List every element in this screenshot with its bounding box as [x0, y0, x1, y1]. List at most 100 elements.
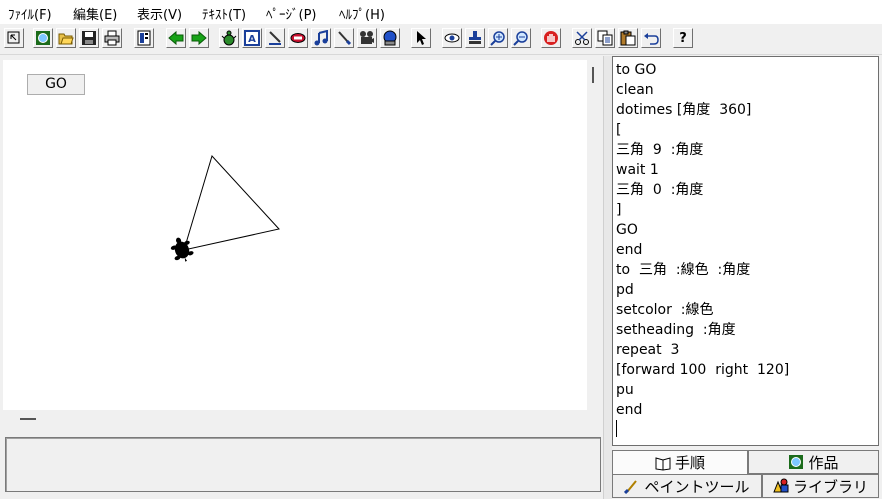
tab-paint-tool-label: ペイントツール	[644, 477, 750, 496]
pointer-icon	[417, 31, 426, 45]
open-button[interactable]	[56, 28, 76, 48]
new-turtle-button[interactable]	[219, 28, 239, 48]
copy-button[interactable]	[595, 28, 615, 48]
save-icon	[82, 31, 96, 45]
look-button[interactable]	[442, 28, 462, 48]
code-line: setcolor :線色	[616, 302, 714, 318]
movie-button[interactable]	[357, 28, 377, 48]
music-button[interactable]	[311, 28, 331, 48]
zoom-in-button[interactable]	[488, 28, 508, 48]
menu-edit[interactable]: 編集(E)	[73, 4, 117, 23]
book-icon	[655, 456, 671, 471]
code-line: clean	[616, 82, 654, 98]
code-line: to 三角 :線色 :角度	[616, 262, 751, 278]
svg-text:A: A	[248, 34, 256, 45]
code-line: dotimes [角度 360]	[616, 102, 752, 118]
music-icon	[314, 30, 328, 46]
zoom-out-icon	[513, 31, 528, 46]
library-shapes-icon	[773, 478, 789, 493]
undo-button[interactable]	[641, 28, 661, 48]
stamp2-button[interactable]	[465, 28, 485, 48]
message-box[interactable]	[5, 437, 601, 492]
code-line: pu	[616, 382, 634, 398]
zoom-out-button[interactable]	[511, 28, 531, 48]
tab-works[interactable]: 作品	[748, 450, 879, 474]
code-line: setheading :角度	[616, 322, 736, 338]
tab-works-label: 作品	[808, 453, 839, 472]
turtle[interactable]	[168, 234, 195, 264]
help-button[interactable]: ?	[673, 28, 693, 48]
toolbar: A ?	[0, 24, 882, 55]
tab-library-label: ライブラリ	[792, 477, 868, 496]
stamp-button[interactable]	[380, 28, 400, 48]
code-line: to GO	[616, 62, 657, 78]
next-page-button[interactable]	[189, 28, 209, 48]
new-page-button[interactable]	[33, 28, 53, 48]
tab-procedure[interactable]: 手順	[612, 450, 748, 474]
movie-icon	[360, 31, 374, 44]
paste-button[interactable]	[618, 28, 638, 48]
code-line: end	[616, 242, 643, 258]
panel-splitter[interactable]	[603, 56, 612, 499]
tab-paint-tool[interactable]: ペイントツール	[612, 474, 762, 498]
code-line: ]	[616, 202, 622, 218]
pointer-button[interactable]	[411, 28, 431, 48]
text-box-icon: A	[244, 30, 260, 46]
stop-button[interactable]	[541, 28, 561, 48]
menu-file[interactable]: ﾌｧｲﾙ(F)	[8, 4, 52, 23]
code-line: [forward 100 right 120]	[616, 362, 790, 378]
stop-icon	[544, 31, 558, 45]
cursor-return-button[interactable]	[4, 28, 24, 48]
tab-procedure-label: 手順	[674, 454, 705, 472]
stamp2-icon	[469, 31, 481, 44]
save-button[interactable]	[79, 28, 99, 48]
code-lines: to GO clean dotimes [角度 360] [ 三角 9 :角度 …	[616, 60, 789, 420]
button-icon	[290, 33, 306, 43]
help-icon: ?	[679, 30, 687, 46]
procedure-editor[interactable]: to GO clean dotimes [角度 360] [ 三角 9 :角度 …	[612, 56, 879, 446]
go-button[interactable]: GO	[27, 74, 85, 95]
zoom-in-icon	[490, 31, 505, 46]
arrow-right-icon	[191, 30, 207, 46]
code-line: repeat 3	[616, 342, 680, 358]
project-button[interactable]	[134, 28, 154, 48]
eye-icon	[444, 33, 460, 43]
code-line: GO	[616, 222, 638, 238]
project-icon	[137, 30, 151, 46]
brush-icon	[338, 31, 352, 46]
cut-icon	[575, 31, 589, 45]
page-area: GO	[0, 56, 603, 433]
undo-icon	[644, 33, 659, 45]
paint-brush-icon	[624, 480, 638, 494]
works-icon	[789, 455, 804, 469]
code-line: 三角 9 :角度	[616, 142, 704, 158]
new-page-icon	[36, 31, 50, 45]
arrow-left-icon	[168, 30, 184, 46]
paste-icon	[620, 30, 636, 46]
code-line: pd	[616, 282, 634, 298]
previous-page-button[interactable]	[166, 28, 186, 48]
drawing-canvas[interactable]: GO	[3, 60, 587, 410]
vertical-scroll-indicator[interactable]	[592, 67, 594, 83]
button-tool-button[interactable]	[288, 28, 308, 48]
brush-button[interactable]	[334, 28, 354, 48]
text-box-button[interactable]: A	[242, 28, 262, 48]
tab-library[interactable]: ライブラリ	[762, 474, 879, 498]
cursor-return-icon	[7, 31, 20, 44]
new-turtle-icon	[221, 30, 237, 46]
menu-bar: ﾌｧｲﾙ(F) 編集(E) 表示(V) ﾃｷｽﾄ(T) ﾍﾟｰｼﾞ(P) ﾍﾙﾌ…	[0, 0, 882, 24]
menu-page[interactable]: ﾍﾟｰｼﾞ(P)	[266, 4, 316, 23]
text-caret	[616, 420, 617, 437]
menu-text[interactable]: ﾃｷｽﾄ(T)	[202, 4, 246, 23]
copy-icon	[597, 30, 613, 46]
code-line: wait 1	[616, 162, 659, 178]
menu-help[interactable]: ﾍﾙﾌﾟ(H)	[339, 4, 385, 23]
code-line: end	[616, 402, 643, 418]
print-button[interactable]	[102, 28, 122, 48]
horizontal-scroll-indicator[interactable]	[20, 418, 36, 420]
triangle-drawing	[183, 155, 280, 251]
menu-view[interactable]: 表示(V)	[137, 4, 182, 23]
open-folder-icon	[58, 33, 74, 45]
pen-button[interactable]	[265, 28, 285, 48]
cut-button[interactable]	[572, 28, 592, 48]
